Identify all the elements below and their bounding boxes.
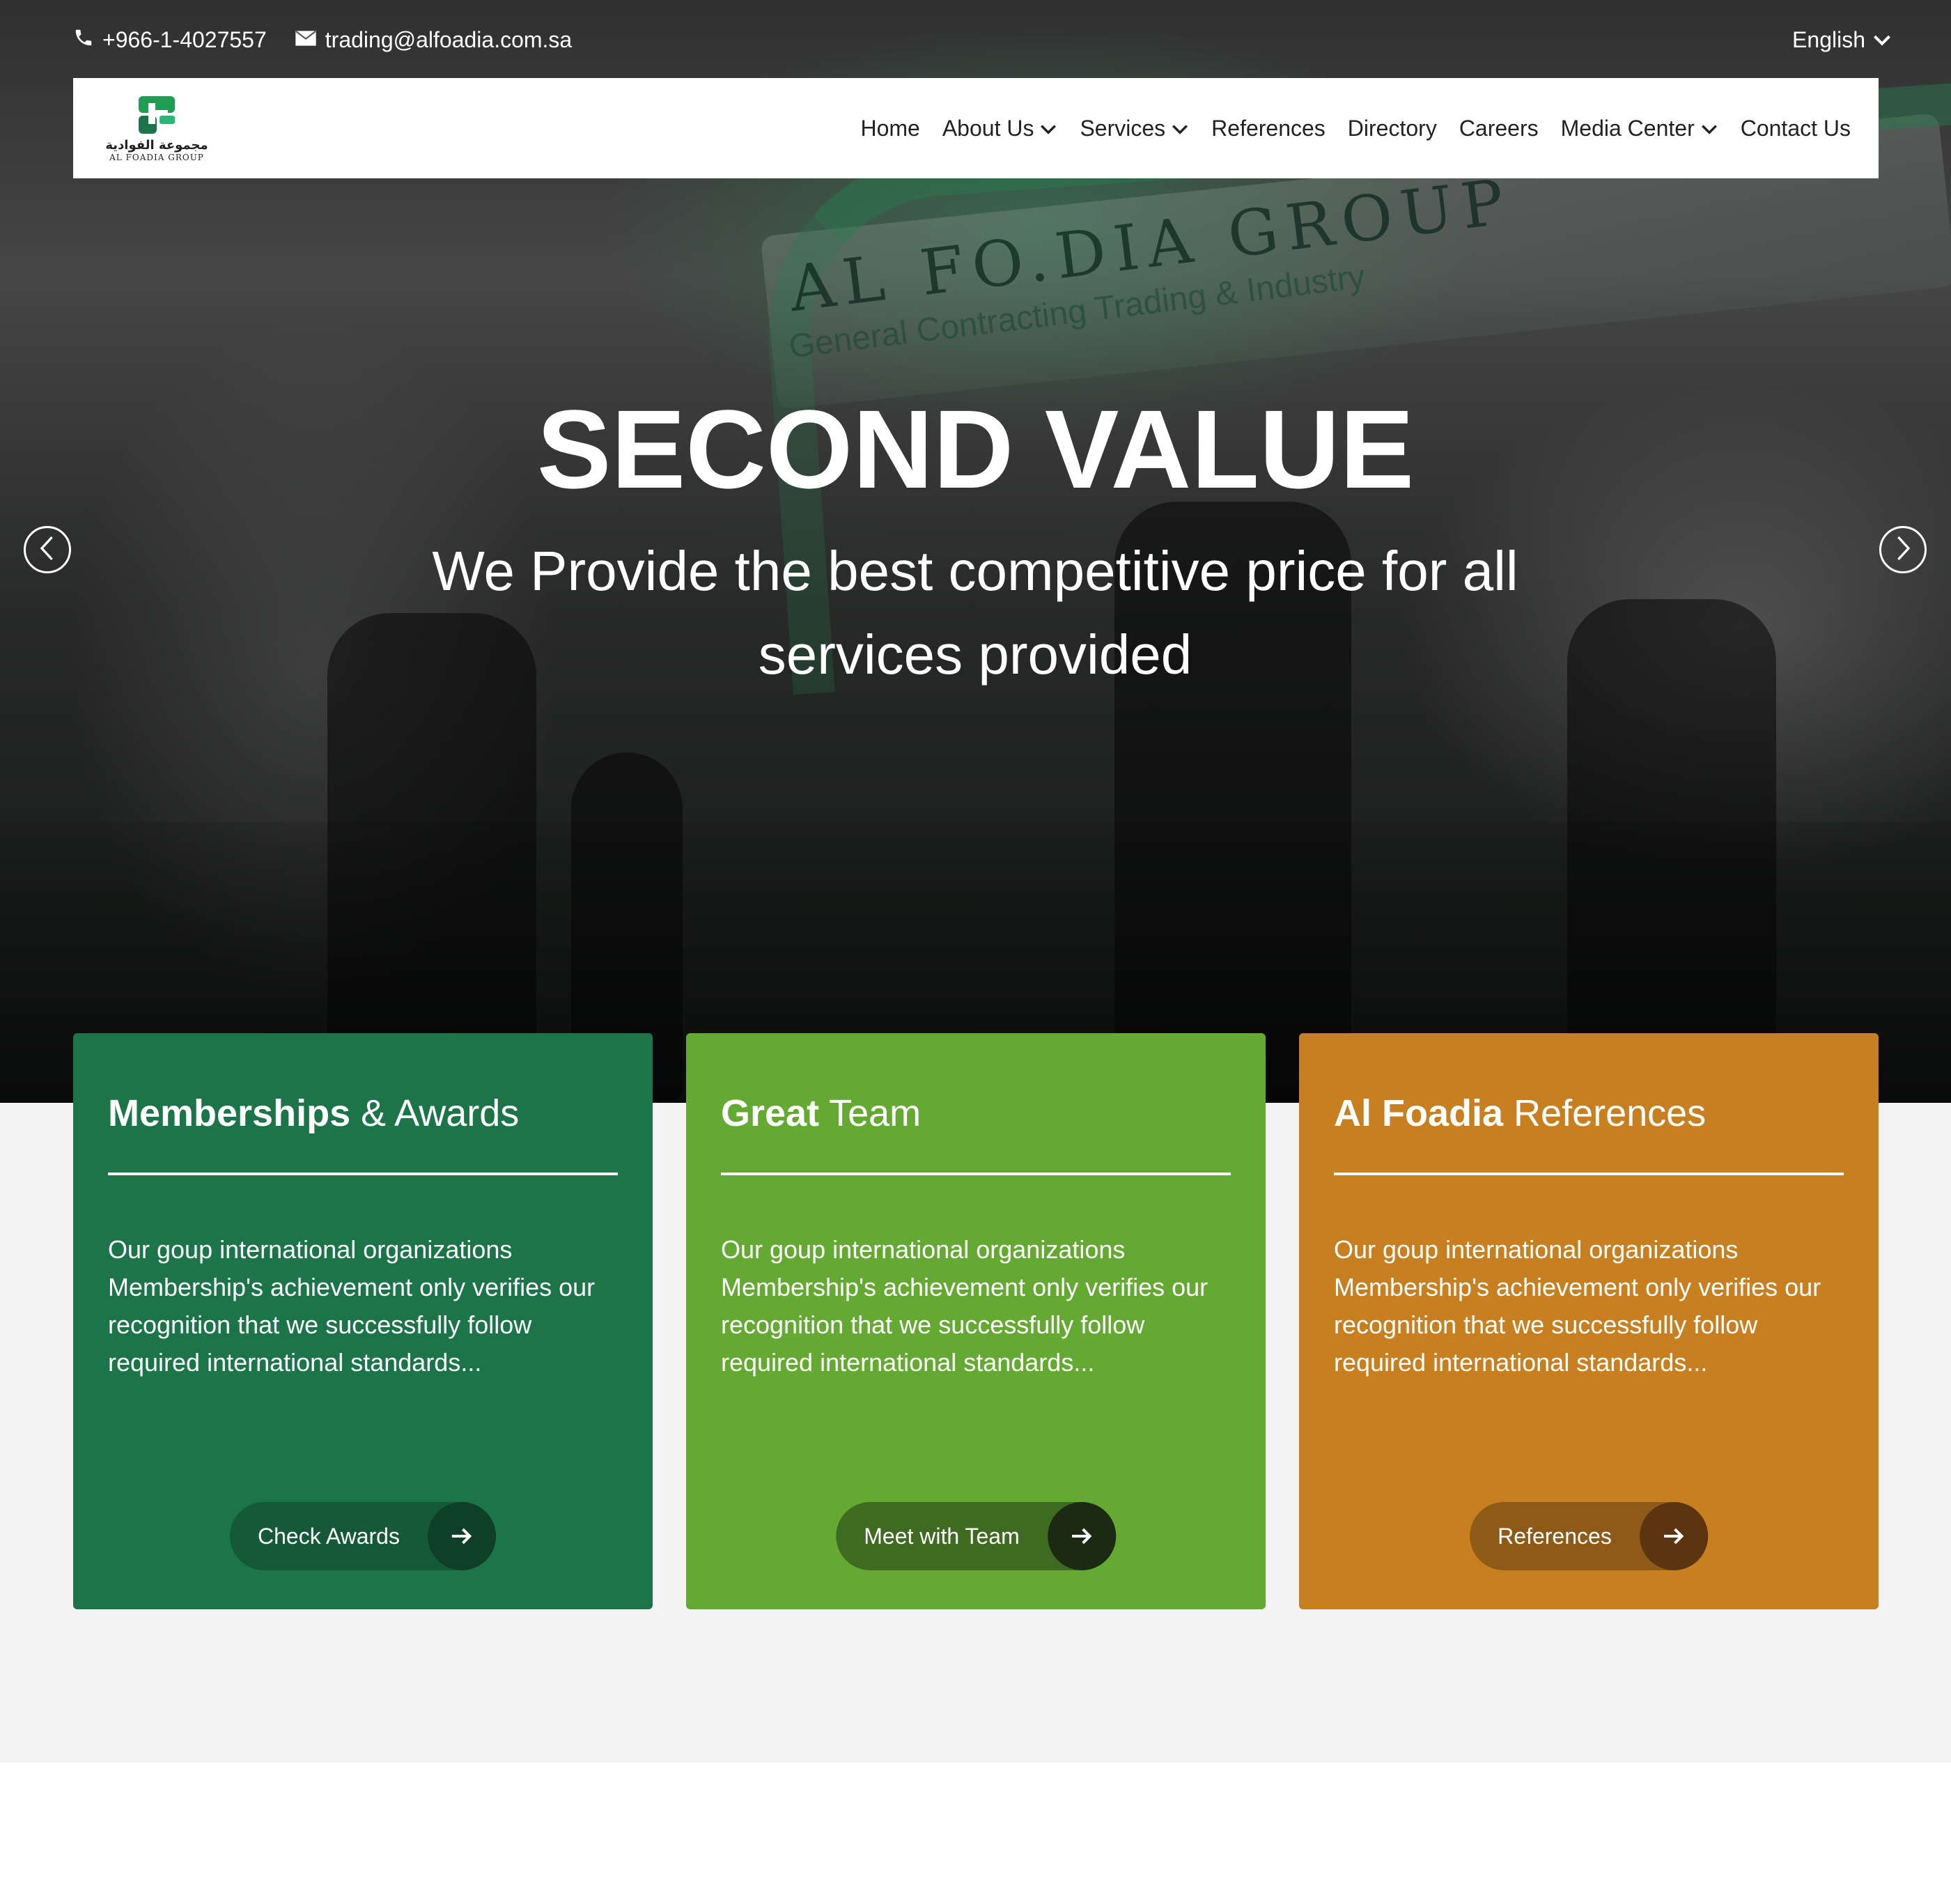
language-label: English	[1792, 27, 1865, 52]
phone-icon	[73, 27, 94, 54]
button-label: Meet with Team	[864, 1523, 1020, 1549]
logo-arabic-text: مجموعة الفوادية	[105, 137, 208, 153]
arrow-right-icon	[427, 1502, 496, 1570]
card-team: Great Team Our goup international organi…	[686, 1033, 1266, 1609]
card-title-light: References	[1503, 1092, 1707, 1134]
hero-title: SECOND VALUE	[536, 387, 1415, 511]
card-description: Our goup international organizations Mem…	[721, 1235, 1208, 1377]
chevron-down-icon	[1700, 116, 1718, 141]
email-address: trading@alfoadia.com.sa	[325, 27, 573, 52]
nav-contact[interactable]: Contact Us	[1741, 116, 1851, 141]
nav-contact-label: Contact Us	[1740, 115, 1851, 141]
site-logo[interactable]: مجموعة الفوادية AL FOADIA GROUP	[101, 90, 212, 167]
language-selector[interactable]: English	[1792, 21, 1892, 59]
chevron-down-icon	[1039, 116, 1057, 141]
person-silhouette	[1567, 599, 1776, 1101]
card-divider	[1334, 1172, 1844, 1175]
meet-with-team-button[interactable]: Meet with Team	[836, 1502, 1116, 1570]
nav-about[interactable]: About Us	[942, 116, 1058, 141]
nav-about-label: About Us	[942, 115, 1034, 141]
main-navbar: مجموعة الفوادية AL FOADIA GROUP Home Abo…	[73, 78, 1879, 178]
card-title: Al Foadia References	[1334, 1089, 1844, 1138]
nav-media-center[interactable]: Media Center	[1561, 116, 1718, 141]
card-divider	[721, 1172, 1231, 1175]
nav-services[interactable]: Services	[1080, 116, 1189, 141]
nav-directory[interactable]: Directory	[1348, 116, 1437, 141]
chevron-down-icon	[1171, 116, 1189, 141]
envelope-icon	[295, 27, 317, 53]
card-description: Our goup international organizations Mem…	[108, 1235, 596, 1377]
card-title-light: Team	[819, 1092, 922, 1134]
button-label: References	[1498, 1523, 1612, 1549]
chevron-down-icon	[1872, 27, 1892, 53]
slider-prev-button[interactable]	[24, 526, 71, 573]
arrow-right-icon	[1047, 1502, 1116, 1570]
card-title-bold: Memberships	[108, 1092, 351, 1134]
button-label: Check Awards	[258, 1523, 400, 1549]
card-references: Al Foadia References Our goup internatio…	[1299, 1033, 1879, 1609]
arrow-right-icon	[1639, 1502, 1708, 1570]
chevron-left-icon	[37, 534, 58, 566]
nav-services-label: Services	[1080, 115, 1166, 141]
nav-directory-label: Directory	[1347, 115, 1437, 141]
card-title: Memberships & Awards	[108, 1089, 618, 1138]
contact-bar: +966-1-4027557 trading@alfoadia.com.sa	[73, 21, 572, 59]
nav-media-label: Media Center	[1560, 115, 1695, 141]
nav-home-label: Home	[860, 115, 920, 141]
card-title: Great Team	[721, 1089, 1231, 1138]
nav-references-label: References	[1211, 115, 1326, 141]
hero-subtitle: We Provide the best competitive price fo…	[432, 540, 1518, 686]
card-title-bold: Al Foadia	[1334, 1092, 1504, 1134]
feature-cards: Memberships & Awards Our goup internatio…	[73, 1033, 1879, 1609]
logo-mark-icon	[139, 95, 175, 134]
nav-careers[interactable]: Careers	[1459, 116, 1539, 141]
nav-references[interactable]: References	[1211, 116, 1326, 141]
card-memberships: Memberships & Awards Our goup internatio…	[73, 1033, 653, 1609]
nav-menu: Home About Us Services References Direct…	[860, 116, 1851, 141]
phone-link[interactable]: +966-1-4027557	[73, 27, 267, 54]
booth-sign-text: AL FO.DIA GROUP	[785, 164, 1516, 327]
references-button[interactable]: References	[1470, 1502, 1708, 1570]
check-awards-button[interactable]: Check Awards	[230, 1502, 496, 1570]
email-link[interactable]: trading@alfoadia.com.sa	[295, 27, 572, 53]
card-divider	[108, 1172, 618, 1175]
booth-sign-subtext: General Contracting Trading & Industry	[786, 258, 1367, 366]
logo-english-text: AL FOADIA GROUP	[109, 152, 204, 162]
card-title-bold: Great	[721, 1092, 820, 1134]
chevron-right-icon	[1892, 534, 1913, 566]
slider-next-button[interactable]	[1879, 526, 1927, 573]
nav-careers-label: Careers	[1459, 115, 1539, 141]
card-title-light: & Awards	[350, 1092, 520, 1134]
nav-home[interactable]: Home	[860, 116, 919, 141]
card-description: Our goup international organizations Mem…	[1334, 1235, 1821, 1377]
phone-number: +966-1-4027557	[102, 27, 267, 52]
